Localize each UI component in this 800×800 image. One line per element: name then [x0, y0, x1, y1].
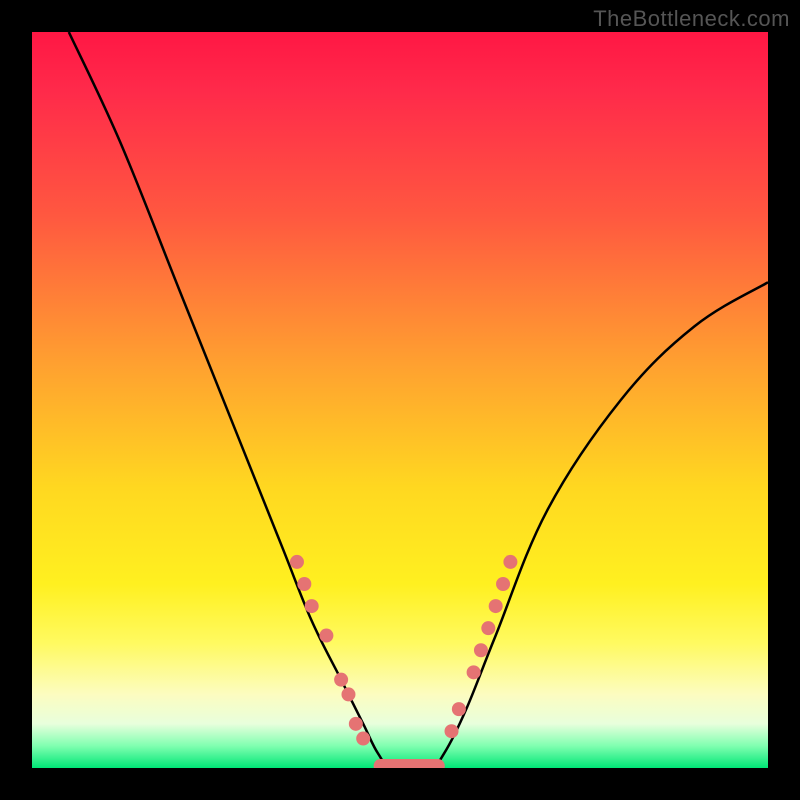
marker-dot: [356, 732, 370, 746]
marker-dot: [349, 717, 363, 731]
marker-dot: [489, 599, 503, 613]
bottom-marker-bar: [374, 759, 445, 768]
curve-markers: [290, 555, 517, 768]
marker-dot: [452, 702, 466, 716]
marker-dot: [474, 643, 488, 657]
marker-dot: [319, 629, 333, 643]
marker-dot: [341, 687, 355, 701]
marker-dot: [467, 665, 481, 679]
marker-dot: [481, 621, 495, 635]
marker-dot: [503, 555, 517, 569]
marker-dot: [445, 724, 459, 738]
chart-curve-layer: [32, 32, 768, 768]
marker-dot: [496, 577, 510, 591]
marker-dot: [297, 577, 311, 591]
marker-dot: [305, 599, 319, 613]
marker-dot: [334, 673, 348, 687]
watermark-text: TheBottleneck.com: [593, 6, 790, 32]
marker-dot: [290, 555, 304, 569]
chart-plot-area: [32, 32, 768, 768]
bottleneck-curve: [69, 32, 768, 768]
